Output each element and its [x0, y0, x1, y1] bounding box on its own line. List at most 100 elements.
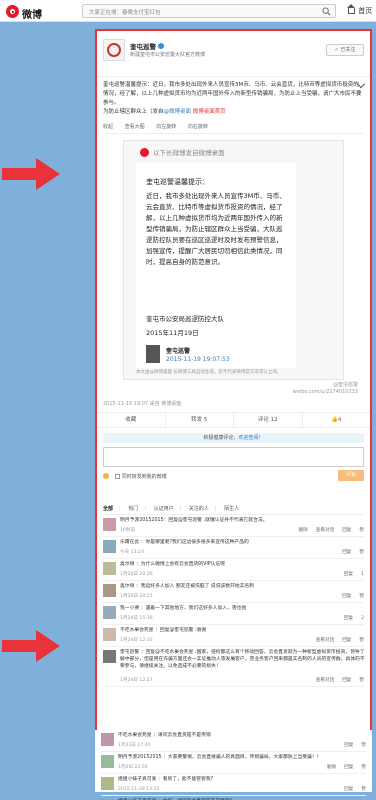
logo-text: 微博 — [22, 10, 42, 21]
comment-action-1[interactable]: 赞 — [359, 550, 364, 555]
comment-action-0[interactable]: 回复 — [344, 787, 353, 792]
home-link[interactable]: 首页 — [347, 4, 372, 16]
comment-action-0[interactable]: 查看对话 — [316, 638, 334, 643]
avatar[interactable] — [103, 606, 116, 619]
comment-action-2[interactable]: 回复 — [342, 528, 351, 533]
comment-time: 1月24日 12:33 — [120, 638, 153, 643]
comment-action-0[interactable]: 删除 — [299, 528, 308, 533]
comment-list: 明月予渡20152015：回复@奎屯巡警 :就懂认证并不代表它就合法。 10秒前 删… — [97, 515, 370, 687]
tab-verified[interactable]: 认证用户 — [154, 506, 174, 512]
comment-action-1[interactable]: 查看对话 — [316, 528, 334, 533]
comment-actions: 回复 1 — [336, 571, 364, 577]
card-footer: 本文由@微博桌面 长微博工具自动生成，您不代表微博官方非常认立场。 — [136, 370, 282, 375]
like-button[interactable]: 👍4 — [303, 413, 371, 427]
comment-text: 我一小婆 ：遇着一下其他地方，我们这好多人加入，害也他 — [120, 606, 247, 611]
image-toolbar: 收起 查看大图 向左旋转 向右旋转 — [103, 123, 364, 134]
post-meta: 2015-11-19 19:07 来自 微博桌面 — [103, 401, 182, 407]
comment-action-1[interactable]: 1 — [361, 572, 364, 577]
comment-action-0[interactable]: 回复 — [342, 594, 351, 599]
weibo-logo[interactable]: 微博 — [6, 5, 52, 21]
comment-text: 不吃水果会死星 ：请问云会直货是不是传销 — [118, 733, 211, 738]
comment-action-2[interactable]: 赞 — [359, 678, 364, 683]
comment-item: 姐姐小妹子真可爱 ：你好，请问云会直货是不是传销？2015-11-29 13:3… — [101, 796, 366, 800]
comment-action-0[interactable]: 回复 — [344, 743, 353, 748]
repost-button[interactable]: 转发 5 — [166, 413, 234, 427]
comment-item: 明月予渡20152015：回复@奎屯巡警 :就懂认证并不代表它就合法。 10秒前 删… — [103, 515, 364, 537]
emoji-icon[interactable] — [103, 473, 109, 479]
comment-text: 明月予渡20152015 ：大家要警惕，云会直接骗人的真面目，传销骗局，大家都防… — [118, 755, 322, 760]
tab-hot[interactable]: 热门 — [128, 506, 138, 512]
comment-button[interactable]: 评论 12 — [234, 413, 303, 427]
avatar[interactable] — [103, 540, 116, 553]
comment-action-2[interactable]: 赞 — [361, 765, 366, 770]
comment-item: 奥尔顿 ：我运好多人加入 朋友还被洗脑了 说说该数开始实名制 1月26日 20:2… — [103, 581, 364, 603]
submit-comment-button[interactable]: 评论 — [338, 470, 364, 481]
comment-action-1[interactable]: 回复 — [342, 638, 351, 643]
comment-item: 奥尔顿 ：为什么微博上会有云会直货的VIP认证呢 1月26日 20:26 回复 1 — [103, 559, 364, 581]
tab-following[interactable]: 关注的人 — [189, 506, 209, 512]
comment-actions: 回复 赞 — [336, 742, 366, 748]
top-navigation-bar: 微博 大家正在搜：春晚支付宝红包 首页 — [0, 0, 376, 22]
comment-action-0[interactable]: 回复 — [344, 616, 353, 621]
also-repost-checkbox[interactable] — [114, 474, 120, 479]
avatar[interactable] — [101, 755, 114, 768]
comment-actions: 删除 查看对话 回复 赞 — [291, 527, 364, 533]
tab-all[interactable]: 全部 — [103, 506, 113, 512]
comment-action-1[interactable]: 2 — [361, 616, 364, 621]
comment-filter-tabs: 全部 | 热门 | 认证用户 | 关注的人 | 陌生人 — [103, 503, 364, 515]
comment-action-1[interactable]: 回复 — [344, 765, 353, 770]
comment-text: 奥尔顿 ：为什么微博上会有云会直货的VIP认证呢 — [120, 562, 226, 567]
comment-action-0[interactable]: 查看对话 — [316, 678, 334, 683]
avatar[interactable] — [103, 39, 125, 61]
author-description: 新疆奎屯市公安巡警大队官方微博 — [130, 52, 206, 58]
comment-action-1[interactable]: 回复 — [342, 678, 351, 683]
comment-time: 1月26日 20:26 — [120, 572, 153, 577]
avatar[interactable] — [103, 584, 116, 597]
long-weibo-image[interactable]: 以下长微博发自微博桌面 奎屯巡警温馨提示： 近日，我市多处出现外来人员宣传3M币… — [123, 140, 344, 380]
comment-list-continued: 不吃水果会死星 ：请问云会直货是不是传销 1月22日 17:40 回复赞明月予渡20… — [95, 730, 372, 800]
avatar[interactable] — [103, 518, 116, 531]
post-text-tail: 为防止辖区群众上（发自 — [103, 109, 164, 115]
comment-action-2[interactable]: 赞 — [359, 638, 364, 643]
comment-action-1[interactable]: 赞 — [361, 743, 366, 748]
collect-button[interactable]: 收藏 — [97, 413, 166, 427]
comment-item: 奎屯巡警 ：回复@不吃水果会死星 :国家，侵权都这么有个移动回答，云会直货就为一… — [103, 647, 365, 687]
composer-tools: 同时转发到我的微博 — [103, 473, 167, 480]
comment-action-0[interactable]: 回复 — [342, 550, 351, 555]
avatar[interactable] — [103, 628, 116, 641]
comment-item: 姐姐小妹子真可爱 ：看到了，能不能管管我? 2015-11-29 13:32 回复 赞 — [101, 774, 366, 796]
source-link[interactable]: @微博桌面 — [164, 109, 192, 115]
follow-button[interactable]: ✓ 已关注 — [326, 44, 364, 56]
source-badge[interactable]: 微博桌面首页 — [193, 109, 226, 115]
mini-name: 奎屯巡警 — [166, 348, 191, 355]
tab-strangers[interactable]: 陌生人 — [224, 506, 239, 512]
comment-text: 不吃水果会死星 ：回复@奎屯巡警 :谢谢 — [120, 628, 207, 633]
comment-input[interactable] — [103, 447, 364, 467]
view-large-button[interactable]: 查看大图 — [125, 124, 145, 130]
notice-signature: 奎屯市公安局巡逻防控大队 — [146, 315, 224, 323]
comment-time: 2015-11-29 13:32 — [118, 787, 160, 792]
search-icon[interactable] — [322, 7, 331, 16]
comment-item: 不吃水果会死星 ：回复@奎屯巡警 :谢谢 1月24日 12:33 查看对话 回复 赞 — [103, 625, 364, 647]
notice-date: 2015年11月19日 — [146, 329, 199, 337]
comment-item: 不吃水果会死星 ：请问云会直货是不是传销 1月22日 17:40 回复 赞 — [101, 730, 366, 752]
post-text: 奎屯巡警温馨提示：近日，我市多处出现外来人员宣传3M币、马币、云会直货，比特币等… — [97, 77, 370, 117]
comment-action-3[interactable]: 赞 — [359, 528, 364, 533]
avatar[interactable] — [103, 650, 116, 663]
avatar[interactable] — [101, 777, 114, 790]
notice-paragraph: 近日，我市多处出现外来人员宣传3M币、马币、云会直货、比特币等虚拟货币投资的情况… — [146, 192, 286, 266]
search-input[interactable]: 大家正在搜：春晚支付宝红包 — [82, 4, 336, 18]
comment-action-0[interactable]: 回复 — [344, 572, 353, 577]
author-name[interactable]: 奎屯巡警 — [130, 41, 164, 51]
comment-time: 1月24日 15:36 — [120, 616, 153, 621]
comment-action-0[interactable]: 删除 — [327, 765, 336, 770]
rotate-left-button[interactable]: 向左旋转 — [156, 124, 176, 130]
avatar[interactable] — [101, 733, 114, 746]
comment-text: 姐姐小妹子真可爱 ：看到了，能不能管管我? — [118, 777, 214, 782]
collapse-button[interactable]: 收起 — [103, 124, 113, 130]
rotate-right-button[interactable]: 向右旋转 — [188, 124, 208, 130]
comment-action-1[interactable]: 赞 — [359, 594, 364, 599]
avatar[interactable] — [103, 562, 116, 575]
post-actions: 收藏 转发 5 评论 12 👍4 — [97, 412, 370, 428]
comment-action-1[interactable]: 赞 — [361, 787, 366, 792]
